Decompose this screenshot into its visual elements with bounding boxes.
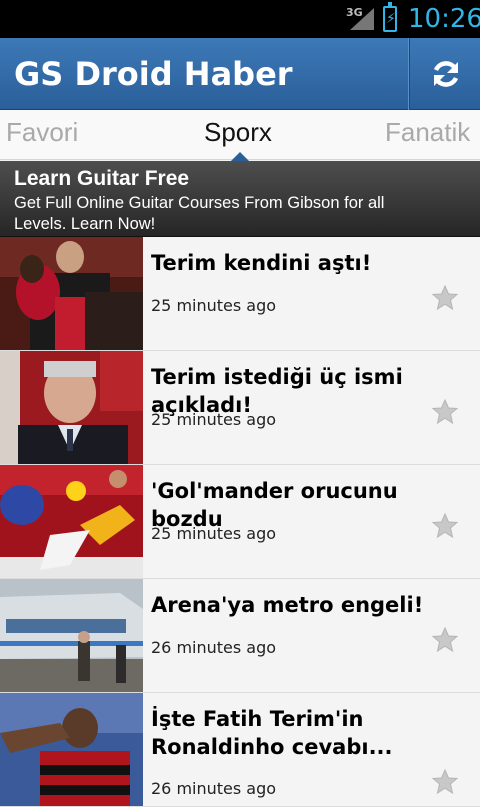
- news-list: Terim kendini aştı! 25 minutes ago Terim…: [0, 237, 480, 807]
- news-thumbnail: [0, 579, 143, 692]
- star-icon[interactable]: [432, 513, 458, 539]
- action-divider: [408, 38, 410, 110]
- news-item[interactable]: Terim kendini aştı! 25 minutes ago: [0, 237, 480, 351]
- news-thumbnail: [0, 693, 143, 806]
- tab-fanatik[interactable]: Fanatik: [385, 117, 470, 148]
- news-thumbnail: [0, 237, 143, 350]
- news-headline: İşte Fatih Terim'in Ronaldinho cevabı...: [151, 707, 393, 759]
- battery-icon: ⚡: [383, 2, 397, 32]
- tab-indicator: [231, 152, 249, 161]
- news-item[interactable]: 'Gol'mander orucunu bozdu 25 minutes ago: [0, 465, 480, 579]
- refresh-button[interactable]: [411, 38, 480, 110]
- star-icon[interactable]: [432, 399, 458, 425]
- news-headline: Terim kendini aştı!: [151, 251, 372, 275]
- ad-description: Get Full Online Guitar Courses From Gibs…: [14, 194, 385, 233]
- ad-banner[interactable]: Learn Guitar Free Get Full Online Guitar…: [0, 161, 480, 387]
- star-icon[interactable]: [432, 285, 458, 311]
- news-item[interactable]: İşte Fatih Terim'in Ronaldinho cevabı...…: [0, 693, 480, 807]
- star-icon[interactable]: [432, 627, 458, 653]
- ad-title: Learn Guitar Free: [14, 167, 190, 190]
- news-headline: Arena'ya metro engeli!: [151, 593, 424, 617]
- signal-icon: [350, 8, 374, 30]
- status-bar: 3G ⚡ 10:26: [0, 0, 480, 38]
- clock: 10:26: [408, 4, 480, 34]
- tab-favori[interactable]: Favori: [6, 117, 78, 148]
- news-time: 26 minutes ago: [151, 779, 277, 798]
- star-icon[interactable]: [432, 769, 458, 795]
- news-time: 25 minutes ago: [151, 524, 277, 543]
- refresh-icon: [433, 61, 458, 87]
- news-item[interactable]: Terim istediği üç ismi açıkladı! 25 minu…: [0, 351, 480, 465]
- news-thumbnail: [0, 465, 143, 578]
- action-bar: GS Droid Haber: [0, 38, 480, 110]
- app-title: GS Droid Haber: [14, 55, 293, 93]
- news-thumbnail: [0, 351, 143, 464]
- tab-sporx[interactable]: Sporx: [204, 117, 272, 148]
- news-time: 25 minutes ago: [151, 296, 277, 315]
- news-time: 25 minutes ago: [151, 410, 277, 429]
- news-item[interactable]: Arena'ya metro engeli! 26 minutes ago: [0, 579, 480, 693]
- news-time: 26 minutes ago: [151, 638, 277, 657]
